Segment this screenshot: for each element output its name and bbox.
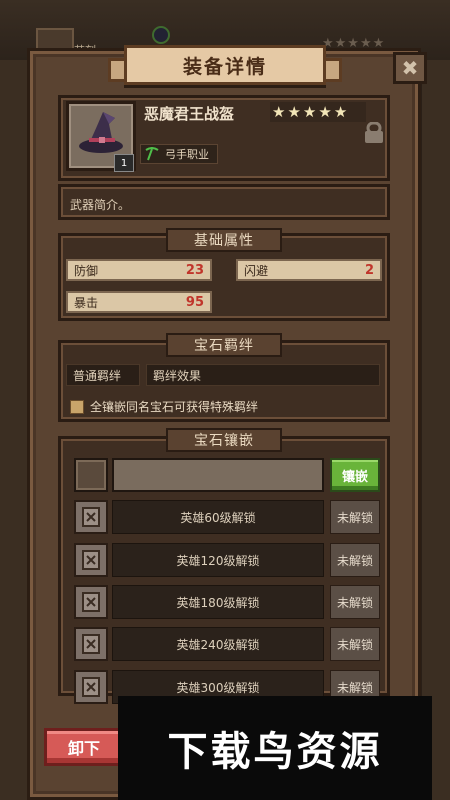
attribute-defense: 防御 23: [66, 259, 212, 281]
item-name: 恶魔君王战盔: [144, 105, 235, 123]
gem-slot-label: 英雄240级解锁: [112, 627, 324, 661]
attribute-value: 95: [185, 294, 204, 310]
gem-slot-locked: [74, 627, 108, 661]
attribute-critical: 暴击 95: [66, 291, 212, 313]
watermark-banner: 下载鸟资源: [118, 696, 432, 800]
lock-icon[interactable]: [364, 122, 384, 144]
lock-icon: [82, 507, 100, 527]
bond-type-text: 普通羁绊: [73, 368, 122, 383]
star-icon: ★: [302, 102, 317, 121]
star-icon: ★: [287, 102, 301, 121]
close-icon: ✖: [401, 56, 419, 80]
inlay-button[interactable]: 镶嵌: [330, 458, 380, 492]
unequip-button[interactable]: 卸下: [44, 728, 124, 766]
item-intro-text: 武器简介。: [70, 198, 131, 212]
gem-slot-label: 英雄60级解锁: [112, 500, 324, 534]
gem-slot-status: 未解锁: [330, 500, 380, 534]
attribute-label: 暴击: [74, 295, 99, 310]
close-button[interactable]: ✖: [393, 52, 427, 84]
pickaxe-icon: [145, 147, 159, 161]
bond-effect-text: 羁绊效果: [153, 368, 202, 383]
item-level-badge: 1: [114, 154, 134, 172]
gem-slot-status: 未解锁: [330, 543, 380, 577]
gem-slot-label: 英雄120级解锁: [112, 543, 324, 577]
gem-slot-status: 未解锁: [330, 585, 380, 619]
lock-icon: [82, 677, 100, 697]
gem-bond-title: 宝石羁绊: [166, 333, 282, 357]
gem-slot-empty[interactable]: [74, 458, 108, 492]
gem-slot-locked: [74, 670, 108, 704]
gem-slot-bar: [112, 458, 324, 492]
class-tag: 弓手职业: [140, 144, 218, 164]
gem-slot-locked: [74, 500, 108, 534]
background-status-icon: [152, 26, 170, 44]
gem-slot-locked: [74, 585, 108, 619]
attribute-evasion: 闪避 2: [236, 259, 382, 281]
bond-note: 全镶嵌同名宝石可获得特殊羁绊: [70, 398, 258, 415]
bond-type-label: 普通羁绊: [66, 364, 140, 386]
attribute-label: 闪避: [244, 263, 269, 278]
base-attributes-title: 基础属性: [166, 228, 282, 252]
gem-slot-label: 英雄180级解锁: [112, 585, 324, 619]
info-icon: [70, 399, 84, 414]
lock-icon: [82, 550, 100, 570]
star-icon: ★: [318, 102, 332, 121]
background-right-edge: [422, 60, 450, 800]
class-label: 弓手职业: [165, 148, 209, 161]
star-icon: ★: [272, 102, 286, 121]
item-star-rating: ★ ★ ★ ★ ★: [270, 102, 366, 122]
attribute-label: 防御: [74, 263, 99, 278]
background-left-edge: [0, 60, 28, 800]
dialog-title: 装备详情: [124, 45, 326, 85]
gem-inlay-title: 宝石镶嵌: [166, 428, 282, 452]
lock-icon: [82, 592, 100, 612]
attribute-value: 23: [185, 262, 204, 278]
star-icon: ★: [333, 102, 348, 121]
lock-icon: [82, 634, 100, 654]
bond-effect-field: 羁绊效果: [146, 364, 380, 386]
gem-slot-status: 未解锁: [330, 627, 380, 661]
attribute-value: 2: [364, 262, 374, 278]
gem-slot-locked: [74, 543, 108, 577]
bond-note-text: 全镶嵌同名宝石可获得特殊羁绊: [90, 400, 259, 414]
